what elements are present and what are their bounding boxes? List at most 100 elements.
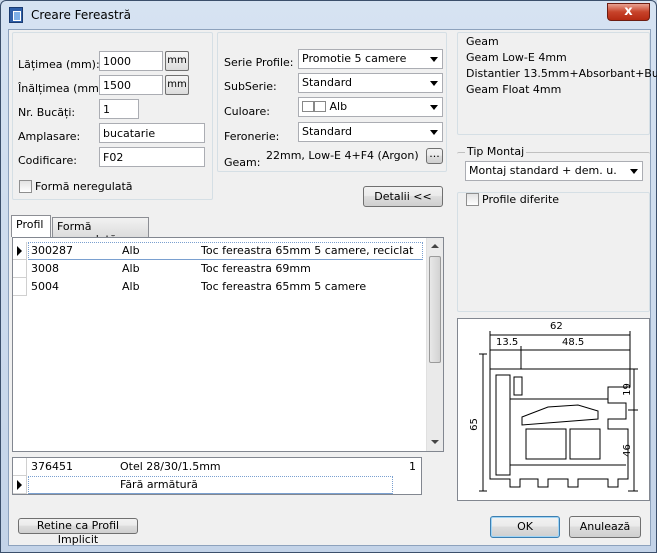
dimension-label: 65: [468, 418, 480, 431]
width-label: Lățimea (mm):: [18, 58, 100, 71]
profile-description: Toc fereastra 65mm 5 camere, reciclat: [201, 244, 414, 257]
row-indicator: [13, 458, 27, 476]
hardware-value: Standard: [302, 125, 353, 138]
arrow-down-icon: [431, 440, 439, 444]
row-selection: [28, 476, 393, 494]
mounting-title: Tip Montaj: [465, 145, 527, 158]
row-indicator: [13, 278, 27, 296]
tab-profil[interactable]: Profil: [11, 215, 51, 237]
color-swatch-icon: [302, 101, 314, 112]
subseries-label: SubSerie:: [224, 80, 277, 93]
series-select[interactable]: Promotie 5 camere: [298, 49, 443, 69]
close-button[interactable]: x: [607, 3, 650, 21]
chevron-down-icon: [430, 105, 438, 110]
dimension-label: 13.5: [496, 337, 519, 348]
mounting-value: Montaj standard + dem. u.: [469, 164, 617, 177]
row-pointer-icon: [13, 476, 27, 494]
count-label: Nr. Bucăți:: [18, 106, 76, 119]
width-unit-button[interactable]: mm: [165, 51, 189, 71]
reinforcement-description: Otel 28/30/1.5mm: [120, 460, 221, 473]
row-indicator: [13, 260, 27, 278]
glass-info-line: Geam Float 4mm: [466, 83, 562, 96]
ok-button[interactable]: OK: [490, 516, 560, 538]
table-row[interactable]: 3008 Alb Toc fereastra 69mm: [13, 260, 423, 278]
retain-default-profile-button[interactable]: Retine ca Profil Implicit: [18, 518, 138, 546]
height-unit-button[interactable]: mm: [165, 75, 189, 95]
dimension-label: 62: [550, 321, 563, 332]
hardware-select[interactable]: Standard: [298, 122, 443, 142]
profile-code: 3008: [31, 262, 59, 275]
width-input[interactable]: [99, 51, 163, 71]
tab-strip: Profil Formă neregulată: [11, 215, 451, 246]
irregular-shape-label: Formă neregulată: [35, 180, 133, 193]
reinforcement-description: Fără armătură: [120, 478, 198, 491]
window-title: Creare Fereastră: [31, 8, 131, 22]
reinforcement-qty: 1: [409, 460, 416, 473]
count-input[interactable]: [99, 99, 139, 119]
mounting-select[interactable]: Montaj standard + dem. u.: [465, 161, 643, 181]
table-row[interactable]: 376451 Otel 28/30/1.5mm 1: [13, 458, 421, 476]
chevron-down-icon: [430, 81, 438, 86]
scroll-up-button[interactable]: [427, 238, 443, 255]
color-value: Alb: [329, 100, 348, 113]
subseries-select[interactable]: Standard: [298, 73, 443, 93]
profile-settings-group: Serie Profile: Promotie 5 camere SubSeri…: [217, 32, 447, 172]
profile-description: Toc fereastra 69mm: [201, 262, 311, 275]
series-value: Promotie 5 camere: [302, 52, 407, 65]
profile-code: 300287: [31, 244, 73, 257]
profile-cross-section-drawing: [479, 331, 638, 492]
profile-code: 5004: [31, 280, 59, 293]
chevron-down-icon: [630, 169, 638, 174]
height-label: Înălțimea (mm):: [18, 82, 107, 95]
cancel-button[interactable]: Anulează: [569, 516, 641, 538]
profile-options-group: Profile diferite: [457, 192, 650, 312]
color-label: Culoare:: [224, 105, 270, 118]
arrow-up-icon: [431, 244, 439, 248]
location-label: Amplasare:: [18, 130, 81, 143]
glass-info-group: Geam Geam Low-E 4mm Distantier 13.5mm+Ab…: [457, 32, 657, 135]
chevron-down-icon: [430, 57, 438, 62]
app-window-icon: [9, 7, 23, 23]
profile-grid: 300287 Alb Toc fereastra 65mm 5 camere, …: [12, 237, 444, 452]
irregular-shape-checkbox[interactable]: [19, 180, 32, 193]
profile-color: Alb: [122, 280, 140, 293]
different-profiles-label: Profile diferite: [482, 193, 560, 206]
details-toggle-button[interactable]: Detalii <<: [363, 186, 443, 207]
code-input[interactable]: [99, 147, 205, 167]
title-bar: Creare Fereastră x: [1, 1, 656, 29]
tab-irregular-shape[interactable]: Formă neregulată: [52, 217, 149, 246]
color-select[interactable]: Alb: [298, 97, 443, 117]
code-label: Codificare:: [18, 154, 77, 167]
different-profiles-checkbox[interactable]: [466, 193, 479, 206]
subseries-value: Standard: [302, 76, 353, 89]
scroll-down-button[interactable]: [427, 434, 443, 451]
profile-color: Alb: [122, 262, 140, 275]
dialog-client-area: Lățimea (mm): mm Înălțimea (mm): mm Nr. …: [8, 29, 657, 546]
dialog-window: Creare Fereastră x Lățimea (mm): mm Înăl…: [0, 0, 657, 553]
glass-info-line: Distantier 13.5mm+Absorbant+Butilen: [466, 67, 657, 80]
height-input[interactable]: [99, 75, 163, 95]
chevron-down-icon: [430, 130, 438, 135]
profile-grid-scrollbar[interactable]: [426, 238, 443, 451]
glass-info-title: Geam: [466, 35, 499, 48]
profile-description: Toc fereastra 65mm 5 camere: [201, 280, 367, 293]
color-swatch-icon: [314, 101, 326, 112]
glass-browse-button[interactable]: ...: [426, 148, 443, 164]
dimensions-group: Lățimea (mm): mm Înălțimea (mm): mm Nr. …: [12, 32, 213, 200]
location-input[interactable]: [99, 123, 205, 143]
dimension-label: 46: [621, 444, 633, 457]
scroll-thumb[interactable]: [429, 256, 441, 363]
dimension-label: 19: [621, 383, 633, 396]
series-label: Serie Profile:: [224, 56, 294, 69]
profile-drawing: 62 13.5 48.5 19 65 46: [457, 318, 650, 501]
table-row[interactable]: 5004 Alb Toc fereastra 65mm 5 camere: [13, 278, 423, 296]
glass-value: 22mm, Low-E 4+F4 (Argon): [266, 149, 419, 162]
reinforcement-code: 376451: [31, 460, 73, 473]
reinforcement-grid: 376451 Otel 28/30/1.5mm 1 Fără armătură: [12, 457, 422, 495]
mounting-group: Tip Montaj Montaj standard + dem. u.: [457, 145, 650, 186]
glass-label: Geam:: [224, 156, 261, 169]
row-pointer-icon: [13, 242, 27, 260]
table-row[interactable]: 300287 Alb Toc fereastra 65mm 5 camere, …: [13, 242, 423, 260]
table-row[interactable]: Fără armătură: [13, 476, 421, 494]
profile-color: Alb: [122, 244, 140, 257]
